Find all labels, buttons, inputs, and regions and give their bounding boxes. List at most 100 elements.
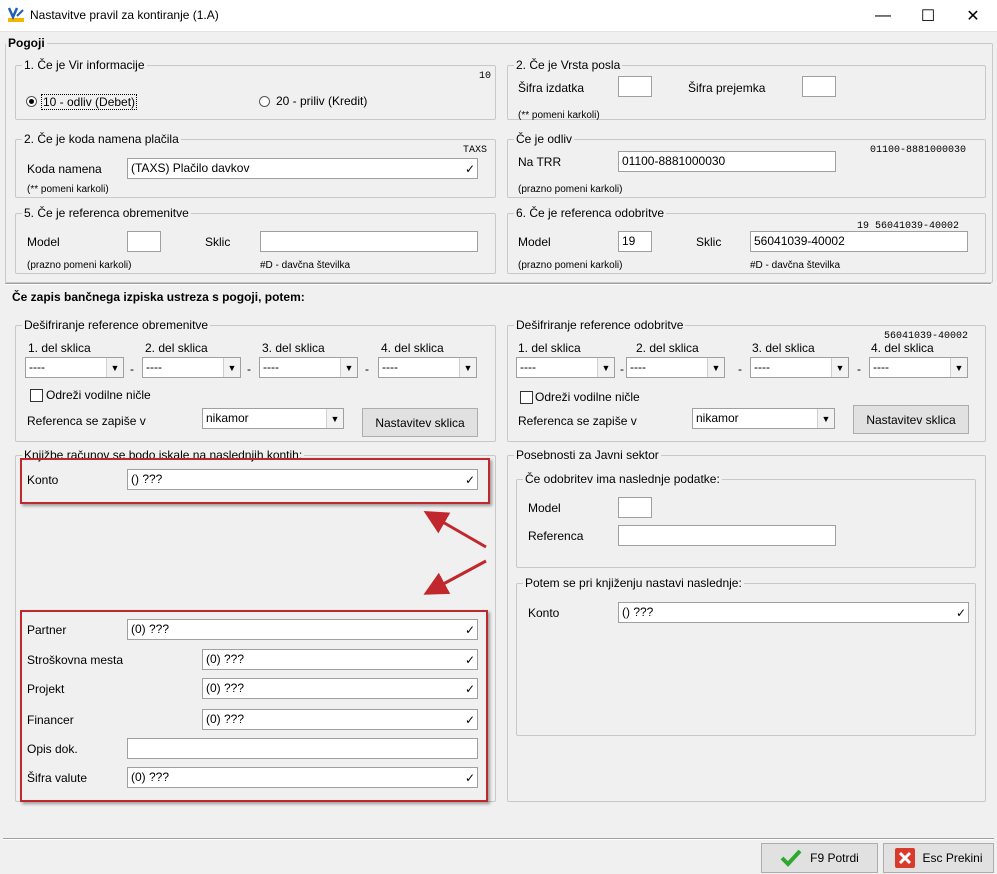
odliv-note: (prazno pomeni karkoli) <box>518 184 623 195</box>
knjizbe-konto-input[interactable]: () ??? ✓ <box>127 469 478 490</box>
obr-d2-select[interactable]: ---- ▼ <box>142 357 241 378</box>
lookup-icon[interactable]: ✓ <box>465 623 475 637</box>
maximize-button[interactable]: ☐ <box>905 0 951 31</box>
obrem-model-label: Model <box>27 235 60 249</box>
lookup-icon[interactable]: ✓ <box>465 771 475 785</box>
odobr-note: (prazno pomeni karkoli) <box>518 260 623 271</box>
lookup-icon[interactable]: ✓ <box>956 606 966 620</box>
dropdown-arrow-icon[interactable]: ▼ <box>817 409 834 428</box>
odb-d4-select[interactable]: ---- ▼ <box>869 357 968 378</box>
odb-ref-select[interactable]: nikamor ▼ <box>692 408 835 429</box>
odobr-sklic-label: Sklic <box>696 235 722 249</box>
odb-d1-value: ---- <box>520 360 536 374</box>
obr-d4-label: 4. del sklica <box>381 341 444 355</box>
odb-odrezi-checkbox[interactable] <box>520 391 533 404</box>
dropdown-arrow-icon[interactable]: ▼ <box>459 358 476 377</box>
dropdown-arrow-icon[interactable]: ▼ <box>707 358 724 377</box>
radio-kredit-label[interactable]: 20 - priliv (Kredit) <box>276 94 367 108</box>
radio-debet[interactable] <box>26 96 37 107</box>
dropdown-arrow-icon[interactable]: ▼ <box>106 358 123 377</box>
knjizbe-konto-label: Konto <box>27 473 59 487</box>
odb-d1-select[interactable]: ---- ▼ <box>516 357 615 378</box>
namen-input[interactable]: (TAXS) Plačilo davkov ✓ <box>127 158 478 179</box>
financer-input[interactable]: (0) ??? ✓ <box>202 709 478 730</box>
obrem-sklic-label: Sklic <box>205 235 231 249</box>
javni-konto-input[interactable]: () ??? ✓ <box>618 602 969 623</box>
app-logo-icon <box>7 7 24 22</box>
obr-ref-value: nikamor <box>206 411 249 425</box>
close-button[interactable]: ✕ <box>950 0 996 31</box>
lookup-icon[interactable]: ✓ <box>465 473 475 487</box>
obr-ref-select[interactable]: nikamor ▼ <box>202 408 344 429</box>
lookup-icon[interactable]: ✓ <box>465 713 475 727</box>
radio-debet-label[interactable]: 10 - odliv (Debet) <box>41 94 138 110</box>
vir-code: 10 <box>479 71 492 82</box>
dropdown-arrow-icon[interactable]: ▼ <box>597 358 614 377</box>
odb-d2-select[interactable]: ---- ▼ <box>626 357 725 378</box>
obr-d1-select[interactable]: ---- ▼ <box>25 357 124 378</box>
odb-d4-label: 4. del sklica <box>871 341 934 355</box>
opis-input[interactable] <box>127 738 478 759</box>
odb-nastavitev-sklica-button[interactable]: Nastavitev sklica <box>853 405 969 434</box>
partner-label: Partner <box>27 623 67 637</box>
obr-nastavitev-sklica-button[interactable]: Nastavitev sklica <box>362 408 478 437</box>
dropdown-arrow-icon[interactable]: ▼ <box>340 358 357 377</box>
odb-d4-value: ---- <box>873 360 889 374</box>
dropdown-arrow-icon[interactable]: ▼ <box>326 409 343 428</box>
odobr-model-label: Model <box>518 235 551 249</box>
dropdown-arrow-icon[interactable]: ▼ <box>831 358 848 377</box>
desif-odb-title: Dešifriranje reference odobritve <box>516 318 684 332</box>
prejemek-input[interactable] <box>802 76 836 97</box>
obr-d3-select[interactable]: ---- ▼ <box>259 357 358 378</box>
strm-input[interactable]: (0) ??? ✓ <box>202 649 478 670</box>
javni-potem-group: Potem se pri knjiženju nastavi naslednje… <box>516 576 976 736</box>
vrsta-note: (** pomeni karkoli) <box>518 110 600 121</box>
obr-d4-select[interactable]: ---- ▼ <box>378 357 477 378</box>
odobr-model-input[interactable]: 19 <box>618 231 652 252</box>
lookup-icon[interactable]: ✓ <box>465 682 475 696</box>
obr-d1-label: 1. del sklica <box>28 341 91 355</box>
obr-odrezi-checkbox[interactable] <box>30 389 43 402</box>
odb-d3-select[interactable]: ---- ▼ <box>750 357 849 378</box>
javni-ref-label: Referenca <box>528 529 584 543</box>
odb-ref-value: nikamor <box>696 411 739 425</box>
obr-d2-value: ---- <box>146 360 162 374</box>
obr-odrezi-label: Odreži vodilne ničle <box>46 388 151 402</box>
obr-sep3: - <box>365 362 369 376</box>
dropdown-arrow-icon[interactable]: ▼ <box>223 358 240 377</box>
odobr-note2: #D - davčna številka <box>750 260 841 271</box>
odb-d1-label: 1. del sklica <box>518 341 581 355</box>
odb-d2-label: 2. del sklica <box>636 341 699 355</box>
javni-odobr-title: Če odobritev ima naslednje podatke: <box>525 472 720 486</box>
partner-value: (0) ??? <box>131 622 170 636</box>
lookup-icon[interactable]: ✓ <box>465 162 475 176</box>
javni-title: Posebnosti za Javni sektor <box>516 448 659 462</box>
cancel-button[interactable]: Esc Prekini <box>883 843 994 873</box>
projekt-input[interactable]: (0) ??? ✓ <box>202 678 478 699</box>
dropdown-arrow-icon[interactable]: ▼ <box>950 358 967 377</box>
radio-kredit[interactable] <box>259 96 270 107</box>
minimize-button[interactable]: — <box>860 0 906 31</box>
ok-button[interactable]: F9 Potrdi <box>761 843 878 873</box>
valuta-input[interactable]: (0) ??? ✓ <box>127 767 478 788</box>
obrem-sklic-input[interactable] <box>260 231 478 252</box>
obr-sep2: - <box>247 362 251 376</box>
izdatek-input[interactable] <box>618 76 652 97</box>
obrem-model-input[interactable] <box>127 231 161 252</box>
odobr-sklic-input[interactable]: 56041039-40002 <box>750 231 968 252</box>
vir-group: 1. Če je Vir informacije <box>15 58 496 120</box>
obr-d3-label: 3. del sklica <box>262 341 325 355</box>
desif-obr-title: Dešifriranje reference obremenitve <box>24 318 209 332</box>
odb-ref-label: Referenca se zapiše v <box>518 414 637 428</box>
trr-input[interactable]: 01100-8881000030 <box>618 151 836 172</box>
javni-ref-input[interactable] <box>618 525 836 546</box>
vrsta-title: 2. Če je Vrsta posla <box>516 58 621 72</box>
financer-label: Financer <box>27 713 74 727</box>
javni-model-input[interactable] <box>618 497 652 518</box>
valuta-label: Šifra valute <box>27 771 88 785</box>
opis-label: Opis dok. <box>27 742 78 756</box>
lookup-icon[interactable]: ✓ <box>465 653 475 667</box>
obrem-note2: #D - davčna številka <box>260 260 351 271</box>
arrows-annotation <box>423 511 487 595</box>
partner-input[interactable]: (0) ??? ✓ <box>127 619 478 640</box>
